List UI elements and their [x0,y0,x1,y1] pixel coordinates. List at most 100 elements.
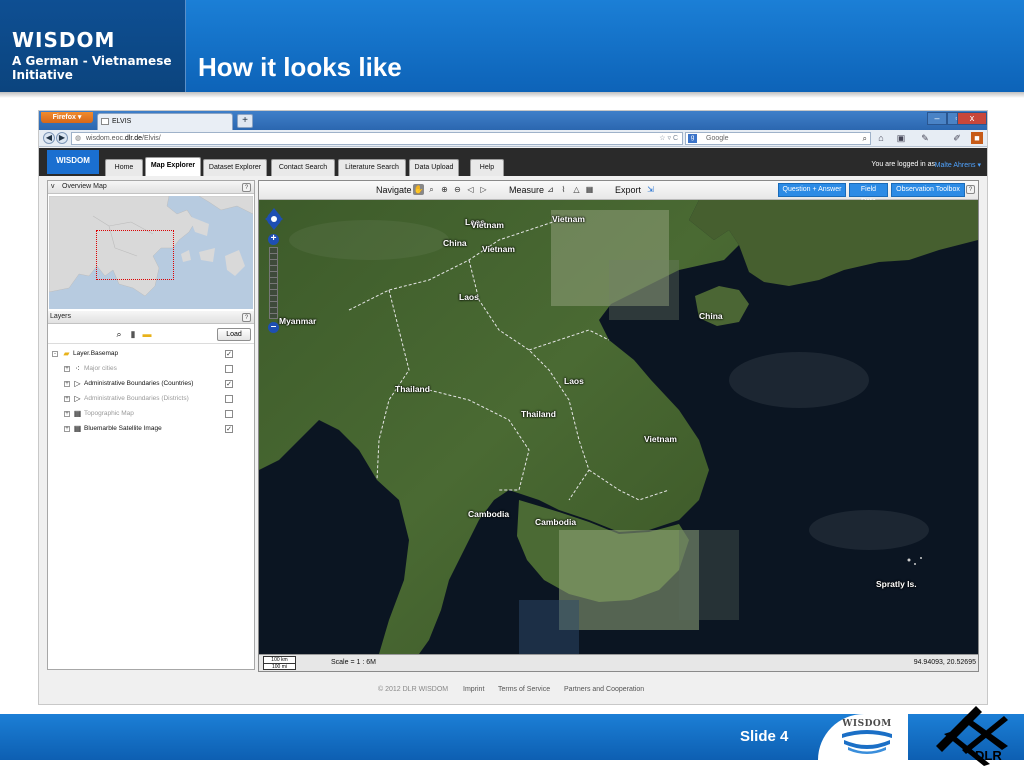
field-data-button[interactable]: Field Data [849,183,888,205]
tab-map-explorer[interactable]: Map Explorer [145,157,201,176]
overview-extent-box[interactable] [96,230,174,280]
app-logo[interactable]: WISDOM [47,150,99,174]
previous-extent-icon[interactable]: ◁ [465,184,476,195]
terms-link[interactable]: Terms of Service [498,686,550,693]
pan-hand-icon[interactable]: ✋ [413,184,424,195]
user-menu[interactable]: Malte Ahrens ▾ [935,161,981,169]
minimize-button[interactable]: – [927,112,947,125]
zoom-box-icon[interactable]: ⌕ [426,184,437,195]
expand-icon[interactable]: + [64,411,70,417]
firefox-menu-button[interactable]: Firefox ▾ [41,112,93,123]
overview-map-header[interactable]: v Overview Map ? [48,181,254,194]
next-extent-icon[interactable]: ▷ [478,184,489,195]
collapse-icon[interactable]: - [52,351,58,357]
map-toolbar: Navigate ✋ ⌕ ⊕ ⊖ ◁ ▷ Measure ⊿ ⌇ △ ▦ Exp… [259,181,978,205]
layer-checkbox[interactable] [225,365,233,373]
close-window-button[interactable]: x [957,112,987,125]
layer-checkbox[interactable]: ✓ [225,350,233,358]
polygon-icon: ▷ [74,379,81,388]
export-icon[interactable]: ⇲ [645,184,656,195]
url-bar[interactable]: ◍ wisdom.eoc.dlr.de/Elvis/ ☆ ▿ C [71,132,683,145]
tab-literature-search[interactable]: Literature Search [338,159,406,176]
expand-icon[interactable]: + [64,381,70,387]
layer-checkbox[interactable] [225,395,233,403]
expand-icon[interactable]: + [64,366,70,372]
measure-grid-icon[interactable]: ▦ [584,184,595,195]
measure-path-icon[interactable]: ⌇ [558,184,569,195]
forward-arrow-icon[interactable]: ▶ [56,132,68,144]
layer-row-topographic[interactable]: + ▦ Topographic Map [48,407,254,421]
extension-icon[interactable]: ■ [971,132,983,144]
tab-help[interactable]: Help [470,159,504,176]
back-arrow-icon[interactable]: ◀ [43,132,55,144]
tab-dataset-explorer[interactable]: Dataset Explorer [203,159,267,176]
trash-icon[interactable]: ▮ [128,329,138,339]
layer-row-admin-countries[interactable]: + ▷ Administrative Boundaries (Countries… [48,377,254,391]
search-bar[interactable]: g Google ⌕ [685,132,871,145]
coordinates-readout: 94.94093, 20.52695 [913,659,976,666]
partners-link[interactable]: Partners and Cooperation [564,686,644,693]
map-label: Cambodia [535,517,577,527]
map-label: Myanmar [279,316,317,326]
zoom-to-layer-icon[interactable]: ⌕ [114,329,124,339]
layer-checkbox[interactable] [225,410,233,418]
addon-icon[interactable]: ✎ [919,132,931,144]
map-imagery [259,200,978,654]
slide-number: Slide 4 [740,728,789,745]
bookmark-star-icon[interactable]: ☆ ▿ C [659,133,678,144]
expand-icon[interactable]: + [64,426,70,432]
map-label: Thailand [521,409,556,419]
home-icon[interactable]: ⌂ [875,132,887,144]
search-icon[interactable]: ⌕ [863,133,867,144]
measure-area-icon[interactable]: △ [571,184,582,195]
layers-help-icon[interactable]: ? [242,313,251,322]
observation-toolbox-button[interactable]: Observation Toolbox [891,183,965,197]
chevron-down-icon[interactable]: v [51,181,55,193]
zoom-out-icon[interactable]: ⊖ [452,184,463,195]
google-icon: g [688,134,697,143]
satellite-map[interactable]: Vietnam Laos Vietnam China Vietnam Laos … [259,200,978,654]
zoom-out-button[interactable]: – [268,322,279,333]
bookmarks-icon[interactable]: ▣ [895,132,907,144]
zoom-slider[interactable] [269,247,278,319]
page-icon [101,118,109,125]
folder-icon[interactable]: ▬ [142,329,152,339]
layer-row-bluemarble[interactable]: + ▦ Bluemarble Satellite Image ✓ [48,422,254,436]
expand-icon[interactable]: + [64,396,70,402]
pencil-icon[interactable]: ✐ [951,132,963,144]
imprint-link[interactable]: Imprint [463,686,484,693]
measure-distance-icon[interactable]: ⊿ [545,184,556,195]
zoom-in-button[interactable]: + [268,234,279,245]
overview-map[interactable] [49,196,253,309]
tab-home[interactable]: Home [105,159,143,176]
layer-row-admin-districts[interactable]: + ▷ Administrative Boundaries (Districts… [48,392,254,406]
layer-row-major-cities[interactable]: + ⁖ Major cities [48,362,254,376]
pan-control[interactable] [265,207,283,231]
zoom-in-icon[interactable]: ⊕ [439,184,450,195]
points-icon: ⁖ [75,364,80,373]
tab-data-upload[interactable]: Data Upload [409,159,459,176]
help-icon[interactable]: ? [242,183,251,192]
layer-checkbox[interactable]: ✓ [225,425,233,433]
map-label: Cambodia [468,509,510,519]
scale-text: Scale = 1 : 6M [331,659,376,666]
navigate-label: Navigate [376,185,412,195]
layer-checkbox[interactable]: ✓ [225,380,233,388]
question-answer-button[interactable]: Question + Answer [778,183,846,197]
grid-icon: ▦ [73,424,82,433]
browser-tab[interactable]: ELVIS [97,113,233,130]
dlr-text: DLR [975,748,1002,763]
scale-bar: 100 km 100 mi [263,656,296,670]
web-footer: © 2012 DLR WISDOM Imprint Terms of Servi… [39,683,987,699]
copyright: © 2012 DLR WISDOM [378,686,449,693]
globe-icon: ◍ [75,135,82,142]
load-button[interactable]: Load [217,328,251,341]
map-label: Vietnam [482,244,515,254]
map-label: Vietnam [471,220,504,230]
new-tab-button[interactable]: + [237,114,253,128]
tab-contact-search[interactable]: Contact Search [271,159,335,176]
layer-toolbar: ⌕ ▮ ▬ Load [48,326,254,344]
map-help-icon[interactable]: ? [966,185,975,194]
map-panel: Navigate ✋ ⌕ ⊕ ⊖ ◁ ▷ Measure ⊿ ⌇ △ ▦ Exp… [258,180,979,672]
layer-row-basemap[interactable]: - ▰ Layer.Basemap ✓ [48,347,254,361]
